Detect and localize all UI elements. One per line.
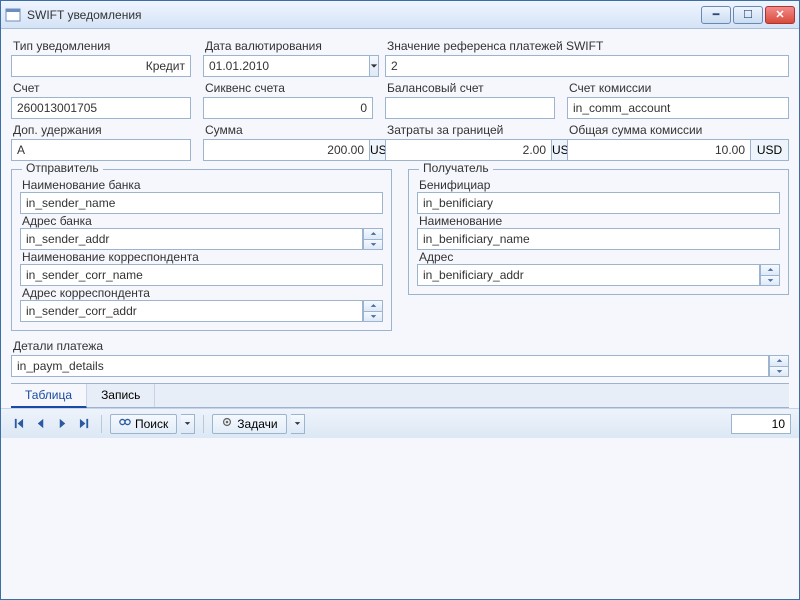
page-number-display[interactable]: 10 (731, 414, 791, 434)
bottom-toolbar: Поиск Задачи 10 (1, 408, 799, 438)
spinner-down-icon[interactable] (769, 366, 789, 378)
maximize-button[interactable]: ☐ (733, 6, 763, 24)
amount-label: Сумма (203, 121, 373, 139)
nav-first-button[interactable] (9, 415, 27, 433)
receiver-group: Получатель Бенифициар Наименование Адрес (408, 169, 789, 295)
account-label: Счет (11, 79, 191, 97)
title-bar: SWIFT уведомления ━ ☐ ✕ (1, 1, 799, 29)
app-icon (5, 7, 21, 23)
beneficiary-addr-spinner (760, 264, 780, 286)
search-dropdown[interactable] (181, 414, 195, 434)
value-date-input[interactable] (203, 55, 370, 77)
minimize-button[interactable]: ━ (701, 6, 731, 24)
spinner-down-icon[interactable] (760, 275, 780, 287)
sender-corr-addr-spinner (363, 300, 383, 322)
notification-type-label: Тип уведомления (11, 37, 191, 55)
spinner-up-icon[interactable] (769, 355, 789, 366)
sender-legend: Отправитель (22, 161, 103, 175)
toolbar-separator (203, 415, 204, 433)
sequence-input[interactable] (203, 97, 373, 119)
spinner-down-icon[interactable] (363, 311, 383, 323)
commission-total-label: Общая сумма комиссии (567, 121, 789, 139)
commission-account-input[interactable] (567, 97, 789, 119)
tasks-button-label: Задачи (237, 417, 277, 431)
window-buttons: ━ ☐ ✕ (701, 6, 795, 24)
sender-corr-name-input[interactable] (20, 264, 383, 286)
sender-corr-addr-input[interactable] (20, 300, 363, 322)
sender-bank-name-input[interactable] (20, 192, 383, 214)
nav-prev-button[interactable] (31, 415, 49, 433)
search-button[interactable]: Поиск (110, 414, 177, 434)
sequence-label: Сиквенс счета (203, 79, 373, 97)
commission-total-input[interactable] (567, 139, 751, 161)
swift-ref-input[interactable] (385, 55, 789, 77)
sender-bank-addr-spinner (363, 228, 383, 250)
app-window: SWIFT уведомления ━ ☐ ✕ Тип уведомления … (0, 0, 800, 600)
tasks-button[interactable]: Задачи (212, 414, 286, 434)
spinner-down-icon[interactable] (363, 239, 383, 251)
commission-total-currency: USD (751, 139, 789, 161)
balance-account-input[interactable] (385, 97, 555, 119)
payment-details-label: Детали платежа (11, 337, 789, 355)
search-button-label: Поиск (135, 417, 168, 431)
beneficiary-name-input[interactable] (417, 228, 780, 250)
beneficiary-input[interactable] (417, 192, 780, 214)
tab-record[interactable]: Запись (87, 384, 155, 407)
sender-group: Отправитель Наименование банка Адрес бан… (11, 169, 392, 331)
amount-input[interactable] (203, 139, 370, 161)
value-date-label: Дата валютирования (203, 37, 373, 55)
nav-next-button[interactable] (53, 415, 71, 433)
spinner-up-icon[interactable] (363, 228, 383, 239)
tasks-dropdown[interactable] (291, 414, 305, 434)
spinner-up-icon[interactable] (760, 264, 780, 275)
window-title: SWIFT уведомления (27, 8, 701, 22)
extra-deductions-label: Доп. удержания (11, 121, 191, 139)
sender-bank-addr-input[interactable] (20, 228, 363, 250)
abroad-costs-input[interactable] (385, 139, 552, 161)
gear-icon (221, 416, 233, 431)
abroad-costs-label: Затраты за границей (385, 121, 555, 139)
commission-account-label: Счет комиссии (567, 79, 789, 97)
value-date-dropdown[interactable] (370, 55, 379, 77)
form-content: Тип уведомления Дата валютирования Значе… (1, 29, 799, 408)
beneficiary-addr-input[interactable] (417, 264, 760, 286)
receiver-legend: Получатель (419, 161, 493, 175)
account-input[interactable] (11, 97, 191, 119)
balance-account-label: Балансовый счет (385, 79, 555, 97)
close-button[interactable]: ✕ (765, 6, 795, 24)
swift-ref-label: Значение референса платежей SWIFT (385, 37, 789, 55)
notification-type-input[interactable] (11, 55, 191, 77)
extra-deductions-input[interactable] (11, 139, 191, 161)
toolbar-separator (101, 415, 102, 433)
tabs: Таблица Запись (11, 383, 789, 408)
tab-table[interactable]: Таблица (11, 384, 87, 408)
binoculars-icon (119, 416, 131, 431)
spinner-up-icon[interactable] (363, 300, 383, 311)
payment-details-input[interactable] (11, 355, 769, 377)
nav-last-button[interactable] (75, 415, 93, 433)
payment-details-spinner (769, 355, 789, 377)
